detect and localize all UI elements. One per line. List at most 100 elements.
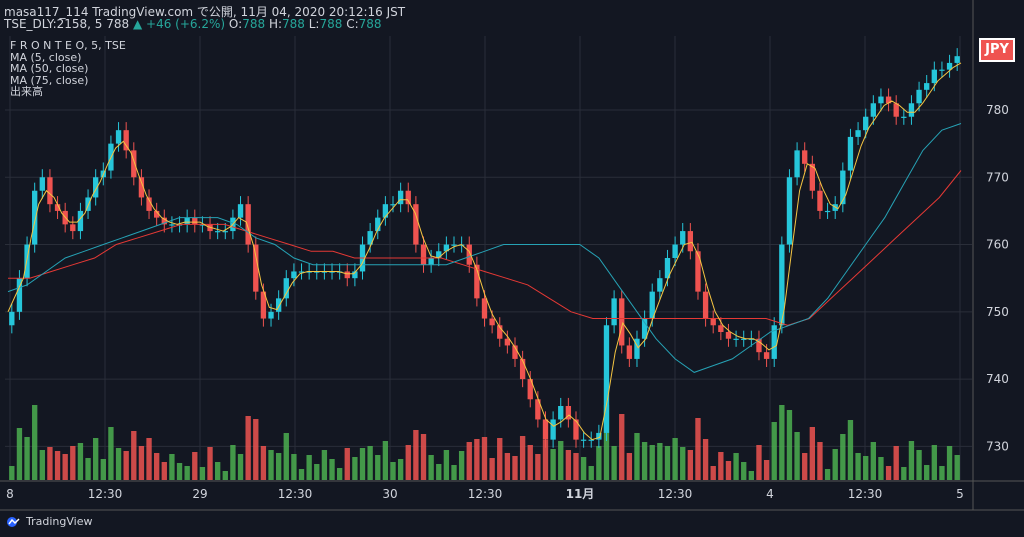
volume-bar <box>596 446 602 480</box>
volume-bar <box>664 446 671 480</box>
volume-bar <box>619 414 625 480</box>
candle-body <box>718 325 724 332</box>
candle-body <box>855 130 861 137</box>
candle-body <box>405 190 411 205</box>
volume-bar <box>878 457 884 480</box>
candle-body <box>802 150 808 164</box>
volume-bar <box>466 442 472 480</box>
volume-bar <box>115 448 122 480</box>
volume-bar <box>24 437 30 480</box>
volume-bar <box>451 465 457 480</box>
candle-body <box>725 332 732 339</box>
volume-bar <box>817 442 823 480</box>
candle-body <box>611 298 617 326</box>
volume-bar <box>779 405 785 480</box>
price-chart[interactable]: 730 740 750 760 770 780 8 12:30 29 12:30 30 12:30 11… <box>0 0 1024 537</box>
volume-bar <box>298 469 305 480</box>
candle-body <box>184 217 190 225</box>
volume-bar <box>840 434 846 480</box>
candle-body <box>878 96 884 104</box>
candle-body <box>283 278 289 299</box>
candle-body <box>626 345 633 359</box>
volume-bar <box>16 428 23 480</box>
volume-bar <box>657 443 663 480</box>
y-tick-label: 770 <box>986 170 1009 184</box>
legend-volume[interactable]: 出来高 <box>10 86 126 98</box>
low-value: 788 <box>319 17 343 31</box>
volume-bar <box>702 439 709 480</box>
volume-bar <box>504 453 511 480</box>
candle-body <box>519 358 526 380</box>
volume-bar <box>710 466 716 480</box>
y-tick-label: 730 <box>986 439 1009 453</box>
volume-bar <box>222 471 228 480</box>
volume-bar <box>535 454 541 480</box>
volume-bar <box>359 448 366 480</box>
volume-bar <box>733 453 739 480</box>
volume-bar <box>847 420 854 480</box>
candle-body <box>428 258 434 265</box>
x-tick-label: 12:30 <box>658 487 693 501</box>
volume-bar <box>138 446 145 480</box>
volume-bar <box>54 451 61 480</box>
volume-bar <box>939 466 945 480</box>
candle-body <box>291 271 297 279</box>
candle-body <box>420 244 427 265</box>
candle-body <box>542 419 549 440</box>
candle-body <box>908 103 915 117</box>
candle-body <box>47 177 53 205</box>
volume-bar <box>108 427 114 480</box>
candle-body <box>436 251 442 258</box>
volume-bar <box>100 459 106 480</box>
volume-bar <box>519 436 526 480</box>
volume-bar <box>405 445 411 480</box>
volume-bar <box>832 449 838 480</box>
volume-bar <box>131 431 137 480</box>
chart-window: 730 740 750 760 770 780 8 12:30 29 12:30 30 12:30 11… <box>0 0 1024 537</box>
volume-bar <box>306 455 312 480</box>
candle-body <box>558 406 564 420</box>
candle-body <box>573 419 579 440</box>
volume-bar <box>725 461 732 480</box>
volume-bar <box>184 466 190 480</box>
volume-bar <box>321 450 328 480</box>
tradingview-logo-icon <box>7 516 20 527</box>
volume-bar <box>634 433 640 480</box>
volume-bar <box>786 410 793 480</box>
volume-bar <box>611 446 617 480</box>
volume-bar <box>573 453 579 480</box>
candle-body <box>603 325 610 433</box>
candle-body <box>702 291 709 319</box>
volume-bar <box>77 443 84 480</box>
legend-symbol[interactable]: F R O N T E O, 5, TSE <box>10 40 126 52</box>
candle-body <box>893 103 899 117</box>
currency-badge: JPY <box>979 38 1015 62</box>
candle-body <box>901 116 907 118</box>
volume-bar <box>481 437 488 480</box>
volume-bar <box>695 418 701 480</box>
legend-ma50[interactable]: MA (50, close) <box>10 63 126 75</box>
x-tick-label: 12:30 <box>468 487 503 501</box>
volume-bar <box>527 445 533 480</box>
candle-body <box>687 231 694 252</box>
volume-bar <box>558 441 564 480</box>
y-tick-label: 750 <box>986 305 1009 319</box>
symbol-price: TSE_DLY:2158, 5 788 <box>4 17 130 31</box>
volume-bar <box>9 466 15 480</box>
volume-bar <box>908 441 915 480</box>
candle-body <box>245 204 251 245</box>
x-tick-label: 29 <box>192 487 207 501</box>
candle-body <box>481 298 488 319</box>
candle-body <box>382 204 389 218</box>
candle-body <box>192 217 198 225</box>
close-label: C: <box>346 17 359 31</box>
x-tick-label: 11月 <box>566 487 595 501</box>
volume-bar <box>283 433 289 480</box>
volume-bar <box>954 455 960 480</box>
candle-body <box>253 244 259 292</box>
x-tick-label: 8 <box>6 487 14 501</box>
volume-bar <box>794 432 800 480</box>
open-label: O: <box>228 17 243 31</box>
volume-bar <box>207 447 213 480</box>
volume-bar <box>916 450 922 480</box>
